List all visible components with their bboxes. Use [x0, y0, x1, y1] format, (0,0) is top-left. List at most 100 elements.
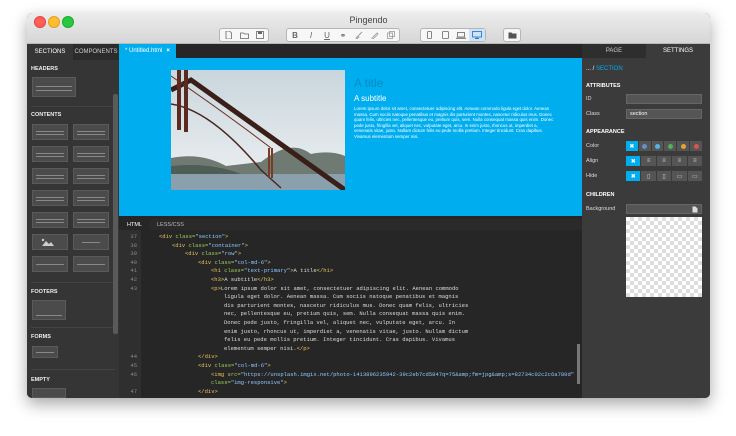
preview-title[interactable]: A title — [354, 76, 383, 90]
no-align-icon[interactable]: ✖ — [626, 156, 642, 166]
tab-less-css[interactable]: LESS/CSS — [149, 219, 192, 230]
content-thumbnail[interactable] — [73, 146, 109, 162]
tab-sections[interactable]: SECTIONS — [27, 44, 73, 60]
color-swatch[interactable] — [664, 141, 678, 151]
social-thumbnail[interactable] — [73, 234, 109, 250]
header-thumbnail[interactable] — [32, 77, 76, 97]
left-panel-scrollbar[interactable] — [113, 94, 118, 334]
content-thumbnail[interactable] — [32, 146, 68, 162]
code-line[interactable]: <div class="container"> — [172, 242, 248, 249]
code-line[interactable]: <img src="https://unsplash.imgix.net/pho… — [211, 371, 574, 378]
tab-settings[interactable]: SETTINGS — [646, 44, 710, 58]
tablet-icon[interactable]: ▯ — [657, 171, 673, 181]
phone-icon[interactable]: ▯ — [641, 171, 657, 181]
content-thumbnail[interactable] — [73, 256, 109, 272]
content-thumbnail[interactable] — [32, 190, 68, 206]
children-heading: CHILDREN — [586, 192, 615, 198]
content-thumbnail[interactable] — [73, 124, 109, 140]
id-input[interactable] — [626, 94, 702, 104]
editor-area: * Untitled.html × A title A subtitle Lor… — [119, 44, 582, 398]
desktop-icon[interactable] — [469, 29, 485, 41]
code-line[interactable]: <div class="row"> — [185, 250, 241, 257]
content-thumbnail[interactable] — [73, 212, 109, 228]
underline-icon[interactable]: U — [319, 29, 335, 41]
page-preview[interactable]: A title A subtitle Lorem ipsum dolor sit… — [119, 58, 582, 216]
code-line[interactable]: enim justo, rhoncus ut, imperdiet a, ven… — [224, 328, 468, 335]
desktop-icon[interactable]: ▭ — [688, 171, 702, 181]
align-left-icon[interactable]: ≡ — [641, 156, 657, 166]
code-line[interactable]: Donec pede justo, fringilla vel, aliquet… — [224, 319, 455, 326]
code-line[interactable]: <p>Lorem ipsum dolor sit amet, consectet… — [211, 285, 459, 292]
code-token: Lorem ipsum dolor sit amet, consectetuer… — [220, 284, 459, 292]
color-swatch[interactable] — [652, 141, 665, 151]
preview-subtitle[interactable]: A subtitle — [354, 94, 386, 103]
content-thumbnail[interactable] — [32, 212, 68, 228]
no-color-icon[interactable]: ✖ — [626, 141, 639, 151]
color-swatch[interactable] — [639, 141, 652, 151]
align-justify-icon[interactable]: ≡ — [688, 156, 702, 166]
align-center-icon[interactable]: ≡ — [657, 156, 673, 166]
code-token: > — [267, 258, 271, 266]
laptop-icon[interactable]: ▭ — [672, 171, 688, 181]
window-title: Pingendo — [349, 15, 388, 25]
align-right-icon[interactable]: ≡ — [672, 156, 688, 166]
class-label: Class — [586, 111, 600, 117]
open-folder-icon[interactable] — [236, 29, 252, 41]
new-file-icon[interactable] — [220, 29, 236, 41]
form-thumbnail[interactable] — [32, 346, 58, 358]
class-input[interactable]: section — [626, 109, 702, 119]
content-thumbnail[interactable] — [73, 190, 109, 206]
code-line[interactable]: <h3>A subtitle</h3> — [211, 276, 274, 283]
document-tab[interactable]: * Untitled.html × — [119, 44, 176, 58]
section-heading-forms: FORMS — [31, 334, 51, 340]
content-thumbnail[interactable] — [32, 124, 68, 140]
bold-icon[interactable]: B — [287, 29, 303, 41]
code-token: <h3> — [211, 276, 225, 283]
link-icon[interactable]: ⚭ — [335, 29, 351, 41]
code-line[interactable]: <div class="col-md-6"> — [198, 259, 271, 266]
tab-components[interactable]: COMPONENTS — [73, 44, 119, 60]
title-bar: Pingendo B I U ⚭ — [27, 13, 710, 44]
content-thumbnail[interactable] — [32, 256, 68, 272]
file-icon[interactable] — [692, 206, 698, 213]
code-line[interactable]: nec, pellentesque eu, pretium quis, sem.… — [224, 310, 465, 317]
bridge-photo[interactable] — [171, 70, 345, 190]
content-thumbnail[interactable] — [73, 168, 109, 184]
phone-icon[interactable] — [421, 29, 437, 41]
close-tab-icon[interactable]: × — [166, 48, 170, 54]
italic-icon[interactable]: I — [303, 29, 319, 41]
code-line[interactable]: </div> — [198, 388, 218, 395]
code-line[interactable]: <h1 class="text-primary">A title</h1> — [211, 267, 333, 274]
code-line[interactable]: </div> — [198, 353, 218, 360]
preview-paragraph[interactable]: Lorem ipsum dolor sit amet, consectetuer… — [354, 106, 554, 140]
code-line[interactable]: class="img-responsive"> — [211, 379, 287, 386]
brush-icon[interactable] — [351, 29, 367, 41]
code-line[interactable]: dis parturient montes, nascetur ridiculu… — [224, 302, 468, 309]
breadcrumb-prefix[interactable]: ... / — [586, 66, 594, 72]
tab-page[interactable]: PAGE — [582, 44, 646, 58]
copy-icon[interactable] — [383, 29, 399, 41]
color-swatch[interactable] — [690, 141, 702, 151]
content-thumbnail[interactable] — [32, 168, 68, 184]
code-editor[interactable]: 37 <div class="section"> 38 <div class="con… — [119, 230, 582, 398]
background-input[interactable] — [626, 204, 702, 214]
pencil-icon[interactable] — [367, 29, 383, 41]
empty-thumbnail[interactable] — [32, 388, 66, 398]
footer-thumbnail[interactable] — [32, 300, 66, 320]
code-line[interactable]: ligula eget dolor. Aenean massa. Cum soc… — [224, 293, 458, 300]
tablet-icon[interactable] — [437, 29, 453, 41]
tab-html[interactable]: HTML — [119, 219, 150, 230]
color-swatch[interactable] — [677, 141, 691, 151]
background-preview[interactable] — [626, 217, 702, 297]
no-hide-icon[interactable]: ✖ — [626, 171, 642, 181]
save-icon[interactable] — [252, 29, 268, 41]
folder-icon[interactable] — [504, 29, 520, 41]
code-line[interactable]: <div class="section"> — [159, 233, 228, 240]
code-line[interactable]: <div class="col-md-6"> — [198, 362, 271, 369]
laptop-icon[interactable] — [453, 29, 469, 41]
image-thumbnail[interactable] — [32, 234, 68, 250]
app-window: Pingendo B I U ⚭ SECTIONS COMPONENTS HEA… — [27, 13, 710, 398]
code-line[interactable]: elementum semper nisi.</p> — [224, 345, 310, 352]
code-line[interactable]: felis eu pede mollis pretium. Integer ti… — [224, 336, 455, 343]
code-scrollbar[interactable] — [577, 344, 580, 384]
